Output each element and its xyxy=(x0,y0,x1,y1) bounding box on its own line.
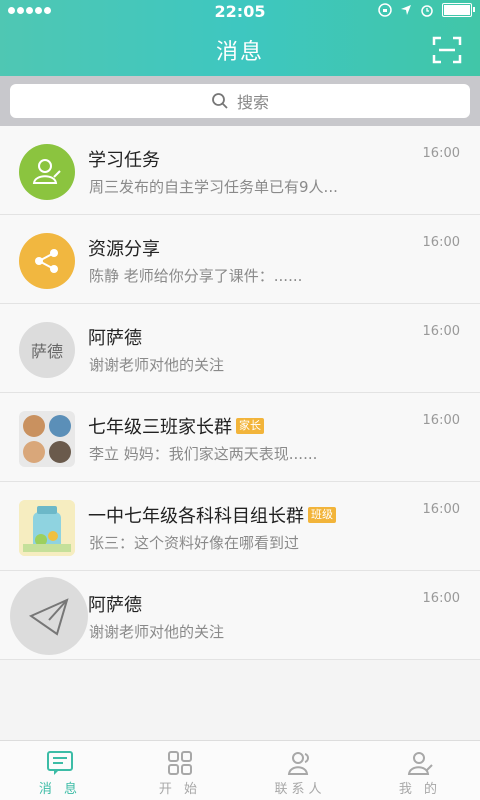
message-title: 阿萨德 xyxy=(88,595,142,616)
tab-label: 我 的 xyxy=(398,782,442,797)
tab-bar: 消 息 开 始 联系人 我 的 xyxy=(0,740,480,800)
message-time: 16:00 xyxy=(422,413,460,428)
tab-profile[interactable]: 我 的 xyxy=(360,741,480,800)
battery-icon xyxy=(442,3,475,17)
contacts-icon xyxy=(287,752,309,775)
message-title: 资源分享 xyxy=(88,239,160,260)
role-badge: 家长 xyxy=(236,418,264,434)
message-item[interactable]: 资源分享 陈静 老师给你分享了课件：...... 16:00 xyxy=(0,215,480,304)
status-icons xyxy=(378,3,475,17)
message-title: 阿萨德 xyxy=(88,328,142,349)
message-time: 16:00 xyxy=(422,324,460,339)
profile-icon xyxy=(407,752,433,775)
message-list: 学习任务 周三发布的自主学习任务单已有9人... 16:00 资源分享 陈静 老… xyxy=(0,126,480,660)
message-preview: 谢谢老师对他的关注 xyxy=(89,623,225,641)
grid-icon xyxy=(168,751,192,775)
search-bar: 搜索 xyxy=(0,76,480,126)
page-title: 消息 xyxy=(215,40,264,65)
location-icon xyxy=(401,5,411,15)
paper-plane-icon xyxy=(10,577,88,655)
message-preview: 周三发布的自主学习任务单已有9人... xyxy=(89,178,338,196)
tab-contacts[interactable]: 联系人 xyxy=(240,741,360,800)
message-title: 七年级三班家长群 家长 xyxy=(88,413,264,439)
message-item[interactable]: 学习任务 周三发布的自主学习任务单已有9人... 16:00 xyxy=(0,126,480,215)
top-bar: 22:05 消息 xyxy=(0,0,480,76)
message-item[interactable]: 七年级三班家长群 家长 李立 妈妈：我们家这两天表现...... 16:00 xyxy=(0,393,480,482)
status-bar: 22:05 xyxy=(0,0,480,24)
message-preview: 陈静 老师给你分享了课件：...... xyxy=(89,267,303,285)
message-title: 学习任务 xyxy=(88,150,160,171)
message-item[interactable]: 一中七年级各科科目组长群 班级 张三：这个资料好像在哪看到过 16:00 xyxy=(0,482,480,571)
search-input[interactable]: 搜索 xyxy=(10,84,470,118)
message-time: 16:00 xyxy=(422,146,460,161)
message-item[interactable]: 阿萨德 谢谢老师对他的关注 16:00 xyxy=(0,571,480,660)
alarm-icon xyxy=(421,5,433,17)
user-edit-icon xyxy=(19,144,75,200)
rotation-lock-icon xyxy=(378,3,392,17)
tab-label: 联系人 xyxy=(274,782,326,797)
message-icon xyxy=(47,751,73,775)
message-time: 16:00 xyxy=(422,591,460,606)
tab-label: 开 始 xyxy=(158,782,202,797)
message-item[interactable]: 萨德 阿萨德 谢谢老师对他的关注 16:00 xyxy=(0,304,480,393)
tab-start[interactable]: 开 始 xyxy=(120,741,240,800)
message-time: 16:00 xyxy=(422,235,460,250)
role-badge: 班级 xyxy=(308,507,336,523)
search-placeholder: 搜索 xyxy=(236,93,269,112)
message-preview: 张三：这个资料好像在哪看到过 xyxy=(89,534,300,552)
message-time: 16:00 xyxy=(422,502,460,517)
avatar: 萨德 xyxy=(19,322,75,378)
search-icon xyxy=(212,93,228,109)
scan-icon[interactable] xyxy=(432,36,462,64)
group-illustration-icon xyxy=(19,500,75,556)
group-photo-icon xyxy=(19,411,75,467)
message-title: 一中七年级各科科目组长群 班级 xyxy=(88,502,336,528)
share-icon xyxy=(19,233,75,289)
tab-label: 消 息 xyxy=(38,782,82,797)
message-preview: 李立 妈妈：我们家这两天表现...... xyxy=(89,445,318,463)
tab-messages[interactable]: 消 息 xyxy=(0,741,120,800)
message-preview: 谢谢老师对他的关注 xyxy=(89,356,225,374)
